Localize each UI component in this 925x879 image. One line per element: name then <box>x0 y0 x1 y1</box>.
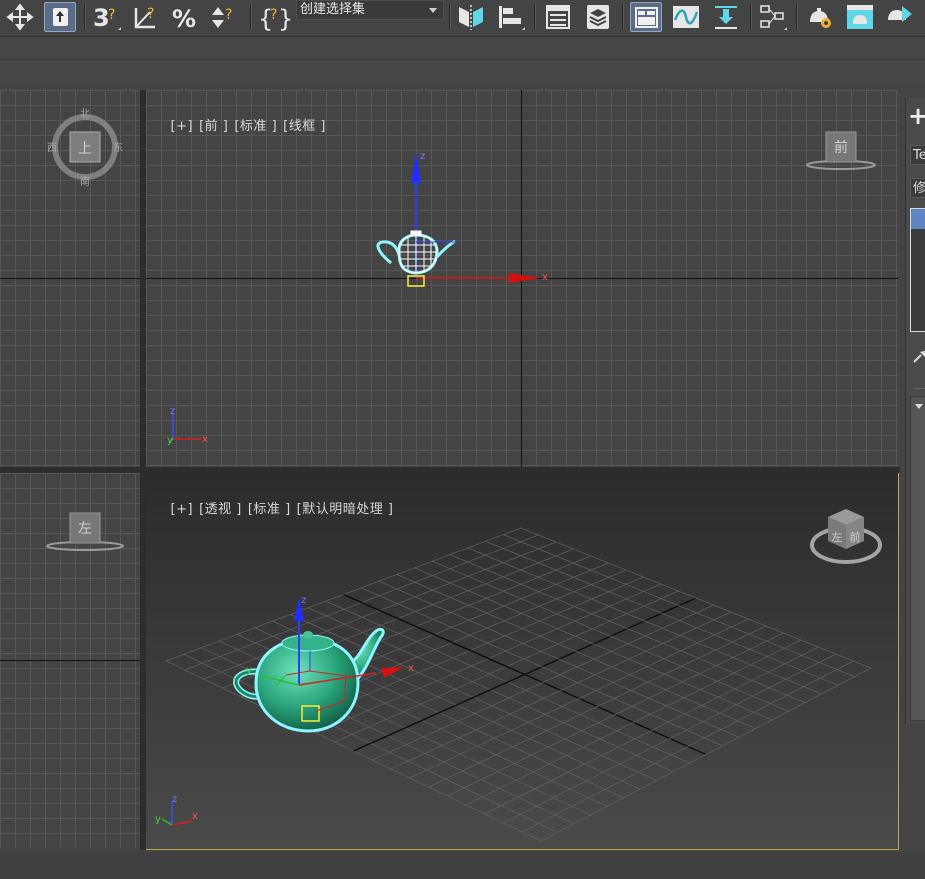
viewport-shading-mode[interactable]: [线框 ] <box>283 119 326 134</box>
main-toolbar: 3? ? % ? {?} 创建选择集 <box>0 0 925 37</box>
grid-line <box>503 653 837 824</box>
object-name-field[interactable]: Te <box>910 145 925 165</box>
tripod-z-label: z <box>172 794 177 805</box>
create-tab-icon[interactable]: + <box>908 102 925 130</box>
panel-divider <box>914 388 925 389</box>
render-setup-icon[interactable] <box>844 2 876 32</box>
toolbar-separator <box>622 4 624 30</box>
perspective-viewport[interactable]: [+] [透视 ] [标准 ] [默认明暗处理 ] z x y 左 前 z x … <box>145 472 899 850</box>
left-viewport[interactable]: 左 <box>0 473 140 848</box>
grid-line <box>522 660 854 833</box>
viewcube-face-label: 上 <box>78 141 92 157</box>
modifier-list-dropdown[interactable]: 修 <box>910 178 925 198</box>
modifier-stack-selected-item[interactable] <box>911 209 925 229</box>
svg-text:?: ? <box>225 7 232 23</box>
viewcube[interactable]: 上 北 南 西 东 <box>40 105 130 190</box>
top-viewport[interactable]: 上 北 南 西 东 <box>0 90 140 467</box>
schematic-view-icon[interactable] <box>756 2 788 32</box>
compass-east: 东 <box>113 141 123 154</box>
tripod-x-label: x <box>192 811 198 822</box>
viewport-label[interactable]: [+] [前 ] [标准 ] [线框 ] <box>152 100 332 149</box>
tripod-x-label: x <box>202 434 208 445</box>
viewport-view-name[interactable]: [前 ] <box>199 119 228 134</box>
tripod-y-label: y <box>155 814 161 825</box>
toolbar-separator <box>796 4 798 30</box>
grid-line <box>503 534 855 678</box>
viewcube-face-label: 左 <box>78 521 92 537</box>
material-editor-icon[interactable] <box>804 2 836 32</box>
command-panel: + Te 修 <box>905 98 925 723</box>
gizmo-x-label: x <box>542 272 548 283</box>
compass-north: 北 <box>80 108 90 120</box>
layer-explorer-icon[interactable] <box>582 2 614 32</box>
teapot-wireframe[interactable]: z x <box>371 145 551 290</box>
toolbar-separator <box>250 4 252 30</box>
align-icon[interactable] <box>494 2 526 32</box>
svg-text:?: ? <box>147 6 154 22</box>
ribbon-toggle-icon[interactable] <box>630 2 662 32</box>
modifier-stack-list[interactable] <box>910 208 925 332</box>
gizmo-x-label: x <box>408 663 414 674</box>
selection-set-value: 创建选择集 <box>300 2 366 17</box>
tripod-z-label: z <box>170 406 175 417</box>
viewport-menu-plus[interactable]: [+] <box>171 119 194 134</box>
edit-named-selection-icon[interactable]: {?} <box>256 2 293 32</box>
front-viewport[interactable]: [+] [前 ] [标准 ] [线框 ] z x 前 z x y <box>146 90 898 467</box>
render-icon[interactable] <box>884 2 916 32</box>
toolbar-separator <box>750 4 752 30</box>
percent-snap-icon[interactable]: % <box>170 2 202 32</box>
viewcube-face-label: 前 <box>834 139 848 156</box>
viewcube-face-right-label: 前 <box>850 530 861 544</box>
rollout-expand-icon[interactable] <box>915 404 923 409</box>
ribbon-area <box>0 37 925 85</box>
rollout-panel[interactable] <box>910 396 925 721</box>
teapot-shaded[interactable]: z x y <box>226 591 426 741</box>
compass-west: 西 <box>47 143 57 154</box>
compass-south: 南 <box>80 175 90 188</box>
move-icon[interactable] <box>4 2 36 32</box>
selection-set-dropdown[interactable]: 创建选择集 <box>296 0 444 20</box>
status-bar <box>0 852 925 879</box>
gizmo-z-label: z <box>420 151 425 162</box>
toolbar-separator <box>449 4 451 30</box>
svg-text:}: } <box>278 5 293 32</box>
ribbon-divider <box>0 59 925 60</box>
pin-stack-icon[interactable] <box>912 348 925 364</box>
viewcube[interactable]: 前 <box>806 125 886 175</box>
spinner-snap-icon[interactable]: ? <box>208 2 240 32</box>
angle-snap-icon[interactable]: ? <box>130 2 162 32</box>
select-object-icon[interactable] <box>44 2 76 32</box>
grid-line <box>540 667 872 842</box>
svg-text:%: % <box>172 5 196 32</box>
viewport-shading-standard[interactable]: [标准 ] <box>234 119 277 134</box>
toolbar-separator <box>534 4 536 30</box>
viewcube-face-left-label: 左 <box>832 531 843 544</box>
scene-explorer-icon[interactable] <box>542 2 574 32</box>
toolbar-separator <box>84 4 86 30</box>
svg-text:?: ? <box>270 7 277 23</box>
axis-tripod: z x y <box>167 406 208 446</box>
curve-editor-icon[interactable] <box>670 2 702 32</box>
axis-tripod: z x y <box>155 794 198 826</box>
dope-sheet-icon[interactable] <box>710 2 742 32</box>
grid-line <box>484 646 819 815</box>
mirror-icon[interactable] <box>455 2 487 32</box>
tripod-y-label: y <box>167 435 173 446</box>
viewcube[interactable]: 左 <box>45 508 130 558</box>
snap-3d-icon[interactable]: 3? <box>90 2 122 32</box>
world-axis-y <box>0 660 140 661</box>
gizmo-y-label: y <box>246 665 252 676</box>
svg-text:?: ? <box>108 7 115 23</box>
world-axis-x <box>0 278 140 279</box>
viewport-splitter-horizontal[interactable] <box>0 467 900 473</box>
grid-line <box>485 540 839 686</box>
gizmo-z-label: z <box>301 595 306 606</box>
viewcube[interactable]: 左 前 <box>806 503 886 573</box>
chevron-down-icon[interactable] <box>429 8 437 13</box>
